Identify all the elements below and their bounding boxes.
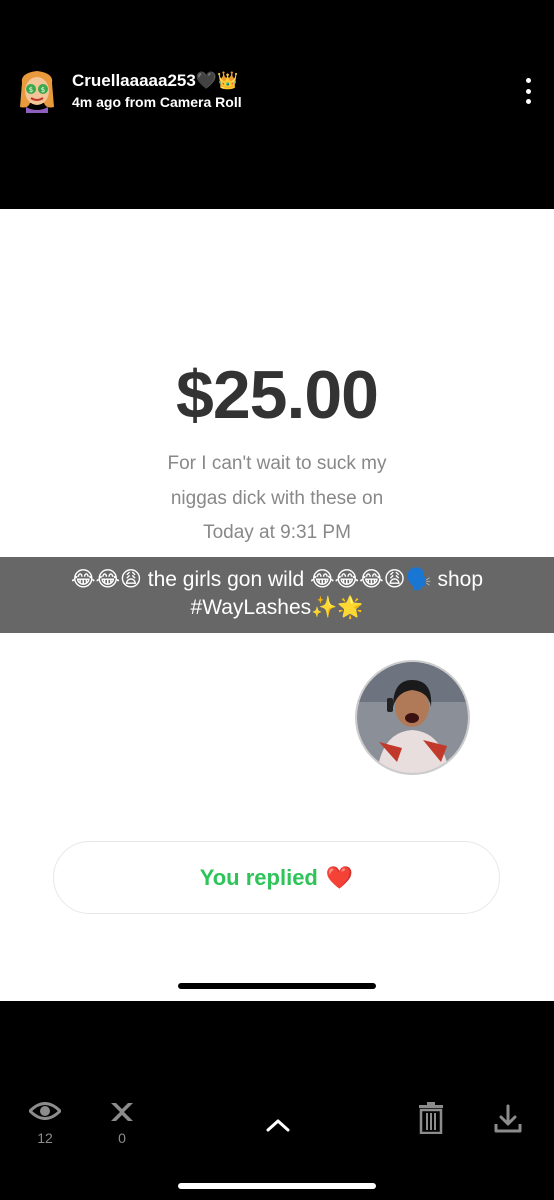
chevron-up-icon[interactable] <box>266 1118 290 1137</box>
svg-text:$: $ <box>29 86 33 94</box>
reply-label: You replied <box>199 864 318 890</box>
trash-icon[interactable] <box>419 1102 443 1139</box>
username[interactable]: Cruellaaaaa253🖤👑 <box>72 71 238 91</box>
payment-amount: $25.00 <box>176 357 379 433</box>
story-footer <box>0 1001 554 1200</box>
home-indicator[interactable] <box>178 1183 376 1189</box>
caption-line-2: #WayLashes✨🌟 <box>190 596 364 619</box>
reaction-thumbnail[interactable] <box>355 660 470 775</box>
heart-icon: ❤️ <box>325 864 354 890</box>
caption-line-1: 😂😂😩 the girls gon wild 😂😂😂😩🗣️ shop <box>70 568 484 591</box>
download-icon[interactable] <box>494 1104 522 1139</box>
screenshot-count: 0 <box>118 1130 126 1146</box>
svg-text:$: $ <box>41 86 45 94</box>
view-count: 12 <box>37 1130 53 1146</box>
payment-note-line-2: niggas dick with these on <box>170 488 384 509</box>
story-header: $ $ Cruellaaaaa253🖤👑 4m ago from Camera … <box>0 0 554 209</box>
reply-status: You replied ❤️ <box>53 841 500 914</box>
payment-time: Today at 9:31 PM <box>203 522 351 543</box>
post-meta: 4m ago from Camera Roll <box>72 94 242 110</box>
bitmoji-avatar-icon[interactable]: $ $ <box>16 69 58 113</box>
screenshot-icon[interactable] <box>110 1101 134 1128</box>
more-vertical-icon[interactable] <box>518 76 538 106</box>
story-home-indicator <box>178 983 376 989</box>
eye-icon[interactable] <box>27 1100 63 1127</box>
payment-note-line-1: For I can't wait to suck my <box>167 453 387 474</box>
story-caption: 😂😂😩 the girls gon wild 😂😂😂😩🗣️ shop #WayL… <box>0 557 554 633</box>
